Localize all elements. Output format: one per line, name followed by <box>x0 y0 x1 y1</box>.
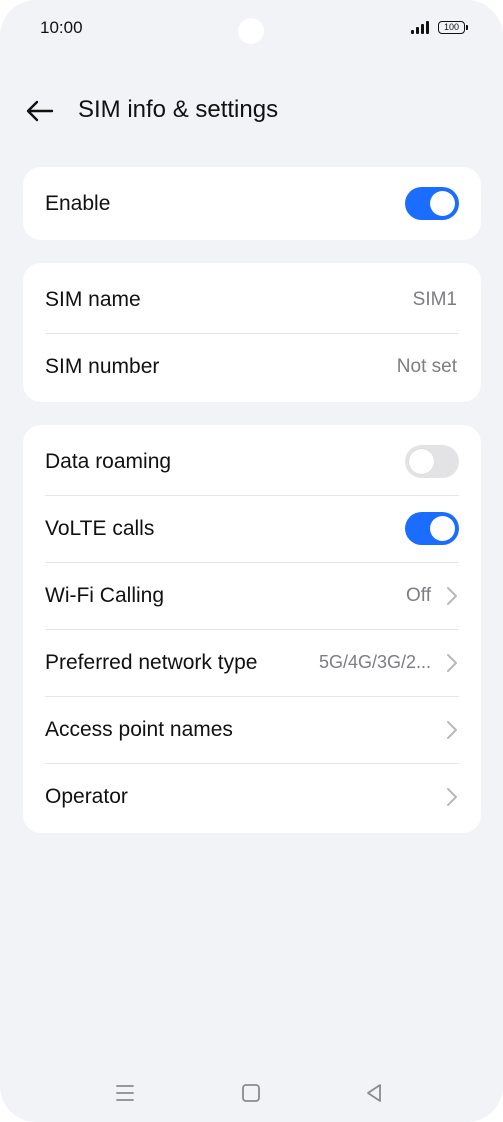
preferred-network-type-row[interactable]: Preferred network type 5G/4G/3G/2... <box>23 629 481 696</box>
phone-screen: 10:00 100 SIM info & settings Enable SIM… <box>0 0 503 1122</box>
status-bar: 10:00 100 <box>0 0 503 56</box>
home-square-icon[interactable] <box>238 1080 264 1106</box>
access-point-names-label: Access point names <box>45 718 233 741</box>
back-triangle-icon[interactable] <box>361 1080 387 1106</box>
chevron-right-icon <box>447 788 457 806</box>
volte-calls-toggle[interactable] <box>405 512 459 545</box>
chevron-right-icon <box>447 654 457 672</box>
enable-card: Enable <box>23 167 481 240</box>
arrow-left-icon[interactable] <box>22 94 56 128</box>
sim-name-value: SIM1 <box>412 289 457 310</box>
sim-number-value: Not set <box>396 356 457 377</box>
sim-name-label: SIM name <box>45 288 141 311</box>
preferred-network-type-value: 5G/4G/3G/2... <box>318 652 431 672</box>
chevron-right-icon <box>447 587 457 605</box>
signal-icon <box>411 21 433 34</box>
volte-calls-row[interactable]: VoLTE calls <box>23 495 481 562</box>
front-camera-cutout <box>238 18 264 44</box>
access-point-names-row[interactable]: Access point names <box>23 696 481 763</box>
wifi-calling-label: Wi-Fi Calling <box>45 584 165 607</box>
wifi-calling-value: Off <box>406 585 431 606</box>
enable-toggle[interactable] <box>405 187 459 220</box>
sim-card: SIM name SIM1 SIM number Not set <box>23 263 481 402</box>
data-roaming-row[interactable]: Data roaming <box>23 428 481 495</box>
operator-row[interactable]: Operator <box>23 763 481 830</box>
operator-label: Operator <box>45 785 128 808</box>
network-card: Data roaming VoLTE calls Wi-Fi Calling O… <box>23 425 481 833</box>
enable-row[interactable]: Enable <box>23 167 481 240</box>
data-roaming-label: Data roaming <box>45 450 172 473</box>
sim-name-row[interactable]: SIM name SIM1 <box>23 266 481 333</box>
data-roaming-toggle[interactable] <box>405 445 459 478</box>
header: SIM info & settings <box>0 78 503 142</box>
page-title: SIM info & settings <box>78 96 279 123</box>
volte-calls-label: VoLTE calls <box>45 517 155 540</box>
battery-icon: 100 <box>438 21 468 34</box>
status-time: 10:00 <box>40 18 83 37</box>
sim-number-row[interactable]: SIM number Not set <box>23 333 481 400</box>
wifi-calling-row[interactable]: Wi-Fi Calling Off <box>23 562 481 629</box>
enable-label: Enable <box>45 192 111 215</box>
preferred-network-type-label: Preferred network type <box>45 651 258 674</box>
chevron-right-icon <box>447 721 457 739</box>
navigation-bar <box>0 1064 503 1120</box>
sim-number-label: SIM number <box>45 355 160 378</box>
menu-icon[interactable] <box>112 1080 138 1106</box>
